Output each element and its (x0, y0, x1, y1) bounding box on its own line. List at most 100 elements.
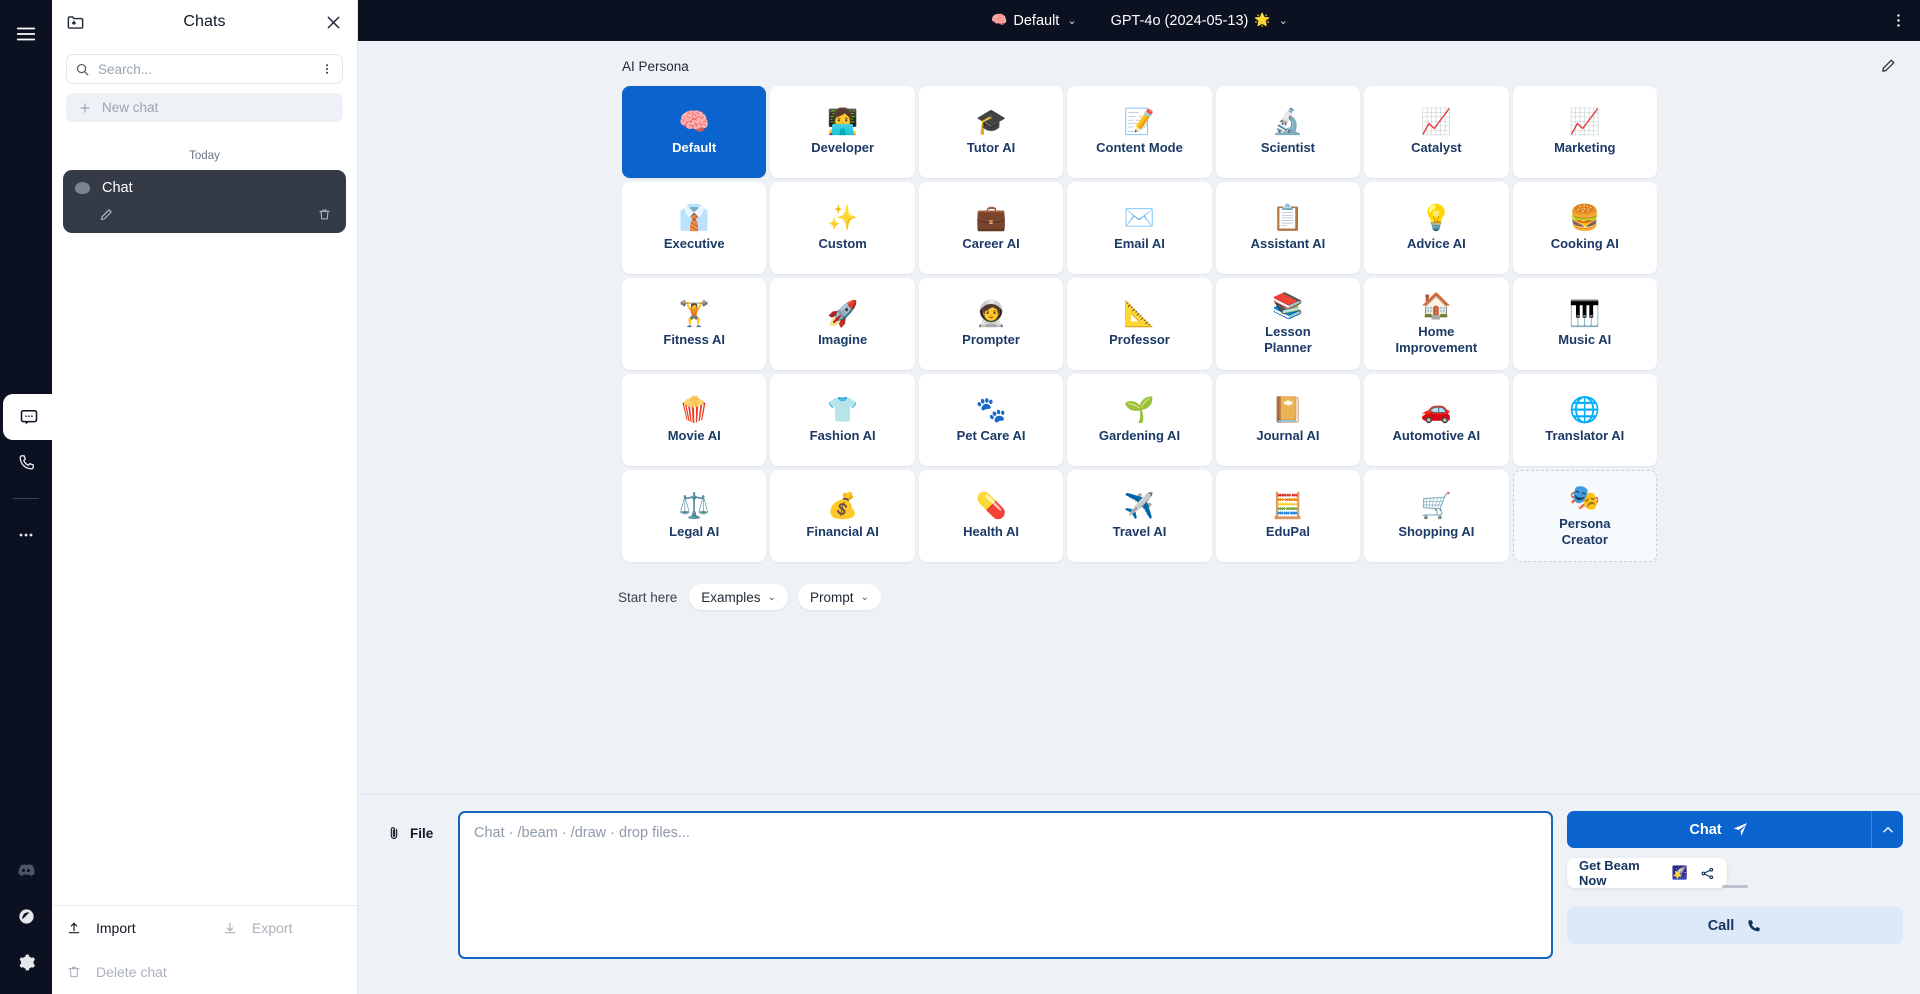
gear-icon[interactable] (4, 940, 48, 984)
persona-card-default[interactable]: 🧠 Default (622, 86, 767, 178)
call-label: Call (1707, 917, 1735, 934)
rail-item-call[interactable] (4, 440, 48, 484)
chats-drawer-title: Chats (183, 13, 226, 30)
persona-card-music-ai[interactable]: 🎹 Music AI (1512, 278, 1657, 370)
persona-card-movie-ai[interactable]: 🍿 Movie AI (622, 374, 767, 466)
persona-card-emoji: 📚 (1272, 291, 1304, 321)
composer: File Chat · /beam · /draw · drop files..… (358, 794, 1920, 994)
chevron-up-icon[interactable] (1871, 811, 1903, 848)
persona-card-label: Music AI (1558, 331, 1612, 347)
contrast-icon[interactable] (4, 894, 48, 938)
vertical-dots-icon[interactable] (320, 62, 334, 76)
search-box[interactable] (66, 54, 343, 84)
chats-drawer-header: Chats (52, 0, 357, 44)
persona-card-journal-ai[interactable]: 📔 Journal AI (1215, 374, 1361, 466)
persona-card-label: Travel AI (1112, 523, 1167, 539)
persona-card-emoji: 💊 (975, 490, 1007, 520)
persona-card-label: Developer (811, 139, 875, 155)
persona-card-lesson-planner[interactable]: 📚 Lesson Planner (1215, 278, 1361, 370)
persona-card-label: Marketing (1554, 139, 1616, 155)
search-input[interactable] (98, 61, 312, 77)
chat-list-item[interactable]: Chat (63, 170, 346, 233)
persona-card-label: Advice AI (1406, 235, 1466, 251)
export-label: Export (252, 920, 293, 936)
app-root: Chats Search... New chat Today Chat Impo… (0, 0, 1920, 994)
share-nodes-icon[interactable] (1700, 866, 1715, 881)
message-input[interactable] (458, 811, 1553, 959)
get-beam-now-button[interactable]: Get Beam Now 🌠 (1567, 858, 1727, 888)
persona-card-advice-ai[interactable]: 💡 Advice AI (1364, 182, 1509, 274)
call-button[interactable]: Call (1567, 907, 1903, 944)
pencil-icon[interactable] (77, 207, 114, 227)
persona-card-content-mode[interactable]: 📝 Content Mode (1067, 86, 1212, 178)
persona-card-label: Catalyst (1411, 139, 1462, 155)
persona-card-persona-creator[interactable]: 🎭 Persona Creator (1512, 470, 1657, 562)
attach-file-label: File (410, 825, 434, 841)
persona-card-marketing[interactable]: 📈 Marketing (1512, 86, 1657, 178)
persona-card-emoji: 📐 (1123, 298, 1156, 328)
persona-card-scientist[interactable]: 🔬 Scientist (1215, 86, 1361, 178)
import-button[interactable]: Import (66, 920, 222, 936)
persona-card-financial-ai[interactable]: 💰 Financial AI (770, 470, 915, 562)
persona-card-home-improvement[interactable]: 🏠 Home Improvement (1364, 278, 1509, 370)
rail-item-more[interactable] (4, 513, 48, 557)
persona-card-gardening-ai[interactable]: 🌱 Gardening AI (1067, 374, 1212, 466)
rail-item-chat[interactable] (3, 394, 55, 440)
persona-card-fitness-ai[interactable]: 🏋️ Fitness AI (622, 278, 767, 370)
send-row: Chat (1567, 811, 1903, 848)
persona-card-label: Prompter (962, 331, 1020, 347)
persona-card-translator-ai[interactable]: 🌐 Translator AI (1512, 374, 1657, 466)
hamburger-menu-icon[interactable] (4, 12, 48, 56)
pencil-icon[interactable] (1880, 57, 1897, 79)
paperclip-icon (386, 825, 402, 841)
persona-card-tutor-ai[interactable]: 🎓 Tutor AI (918, 86, 1064, 178)
persona-card-imagine[interactable]: 🚀 Imagine (770, 278, 915, 370)
persona-card-career-ai[interactable]: 💼 Career AI (918, 182, 1064, 274)
persona-card-emoji: 🧮 (1272, 490, 1304, 520)
persona-card-professor[interactable]: 📐 Professor (1067, 278, 1212, 370)
persona-card-travel-ai[interactable]: ✈️ Travel AI (1067, 470, 1212, 562)
chat-send-button[interactable]: Chat (1567, 811, 1871, 848)
export-button[interactable]: Export (222, 920, 292, 936)
top-bar-center-group: 🧠 Default ⌄ GPT-4o (2024-05-13) 🌟 ⌄ (991, 13, 1288, 29)
persona-card-legal-ai[interactable]: ⚖️ Legal AI (622, 470, 767, 562)
shooting-star-icon: 🌠 (1671, 865, 1688, 881)
new-chat-button[interactable]: New chat (66, 93, 343, 122)
persona-card-cooking-ai[interactable]: 🍔 Cooking AI (1512, 182, 1657, 274)
left-icon-rail (0, 0, 55, 994)
persona-card-emoji: 🌐 (1569, 394, 1601, 424)
persona-selector[interactable]: 🧠 Default ⌄ (991, 13, 1076, 29)
folder-down-icon[interactable] (66, 13, 85, 32)
persona-card-pet-care-ai[interactable]: 🐾 Pet Care AI (918, 374, 1064, 466)
trash-icon[interactable] (317, 207, 332, 227)
chats-drawer-footer: Import Export Delete chat (52, 905, 357, 994)
persona-card-automotive-ai[interactable]: 🚗 Automotive AI (1364, 374, 1509, 466)
persona-card-prompter[interactable]: 🧑‍🚀 Prompter (918, 278, 1064, 370)
examples-dropdown[interactable]: Examples ⌄ (689, 584, 788, 610)
persona-card-custom[interactable]: ✨ Custom (770, 182, 915, 274)
persona-card-health-ai[interactable]: 💊 Health AI (918, 470, 1064, 562)
model-selector[interactable]: GPT-4o (2024-05-13) 🌟 ⌄ (1111, 13, 1288, 29)
discord-icon[interactable] (4, 848, 48, 892)
persona-card-emoji: 🎓 (975, 106, 1007, 136)
delete-chat-button[interactable]: Delete chat (66, 964, 167, 980)
persona-card-fashion-ai[interactable]: 👕 Fashion AI (770, 374, 915, 466)
download-icon (222, 920, 238, 936)
close-icon[interactable] (324, 13, 343, 32)
persona-card-edupal[interactable]: 🧮 EduPal (1215, 470, 1361, 562)
persona-card-email-ai[interactable]: ✉️ Email AI (1067, 182, 1212, 274)
persona-card-emoji: 📋 (1272, 202, 1304, 232)
prompt-dropdown[interactable]: Prompt ⌄ (797, 584, 881, 610)
persona-card-catalyst[interactable]: 📈 Catalyst (1364, 86, 1509, 178)
persona-card-developer[interactable]: 👩‍💻 Developer (770, 86, 915, 178)
vertical-dots-icon[interactable] (1890, 0, 1907, 41)
persona-card-assistant-ai[interactable]: 📋 Assistant AI (1215, 182, 1361, 274)
persona-card-executive[interactable]: 👔 Executive (622, 182, 767, 274)
persona-card-shopping-ai[interactable]: 🛒 Shopping AI (1364, 470, 1509, 562)
persona-card-label: Fashion AI (809, 427, 876, 443)
attach-file-button[interactable]: File (386, 811, 458, 841)
rail-divider (13, 498, 39, 499)
scroll-indicator (1722, 885, 1748, 888)
chevron-down-icon: ⌄ (1067, 15, 1077, 27)
chats-drawer-body: New chat (52, 44, 357, 122)
